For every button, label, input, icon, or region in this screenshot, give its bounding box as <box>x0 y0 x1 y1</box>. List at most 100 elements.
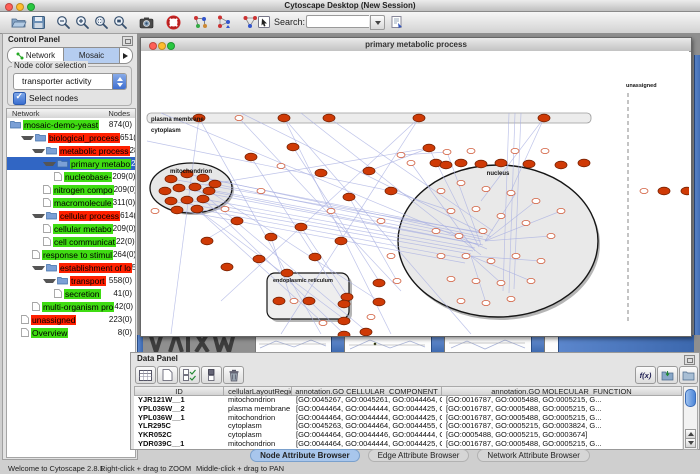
network-node-small[interactable] <box>472 206 480 211</box>
network-node-small[interactable] <box>482 186 490 191</box>
tree-row[interactable]: transport558(0) <box>7 274 135 287</box>
network-node[interactable] <box>523 160 535 168</box>
float-panel-icon[interactable] <box>684 355 695 365</box>
background-window[interactable] <box>255 335 331 352</box>
network-node[interactable] <box>165 197 177 205</box>
network-node[interactable] <box>231 217 243 225</box>
tree-row[interactable]: establishment of lo558(0) <box>7 261 135 274</box>
network-node[interactable] <box>278 114 290 122</box>
network-tree[interactable]: mosaic-demo-yeast874(0)biological_proces… <box>6 118 136 458</box>
network-node[interactable] <box>287 143 299 151</box>
network-node-small[interactable] <box>547 233 555 238</box>
network-node-small[interactable] <box>447 208 455 213</box>
table-scrollbar[interactable] <box>683 386 698 450</box>
close-window-icon[interactable] <box>5 3 13 11</box>
network-node-small[interactable] <box>512 253 520 258</box>
background-window[interactable] <box>544 335 559 352</box>
zoom-selected-icon[interactable] <box>93 14 110 31</box>
network-node-small[interactable] <box>432 228 440 233</box>
zoom-in-icon[interactable] <box>74 14 91 31</box>
color-attribute-dropdown[interactable]: transporter activity <box>13 73 127 90</box>
annotation-icon[interactable] <box>257 15 271 29</box>
table-row[interactable]: YLR295Ccytoplasm[GO:0045263, GO:0044464,… <box>134 422 682 431</box>
network-node-small[interactable] <box>467 148 475 153</box>
tree-row[interactable]: multi-organism pro42(0) <box>7 300 135 313</box>
snapshot-icon[interactable] <box>138 14 155 31</box>
network-node-small[interactable] <box>640 188 648 193</box>
network-node[interactable] <box>253 255 265 263</box>
network-node-small[interactable] <box>437 253 445 258</box>
select-attributes-icon[interactable] <box>179 366 200 384</box>
table-row[interactable]: YDR039C__1mitochondrion[GO:0044464, GO:0… <box>134 440 682 449</box>
network-node-small[interactable] <box>479 228 487 233</box>
nucleus-region[interactable] <box>398 165 598 317</box>
tree-row[interactable]: nitrogen compo209(0) <box>7 183 135 196</box>
network-node[interactable] <box>281 269 293 277</box>
network-node-small[interactable] <box>457 298 465 303</box>
network-node[interactable] <box>338 317 350 325</box>
open-session-icon[interactable] <box>10 14 27 31</box>
tree-row[interactable]: secretion41(0) <box>7 287 135 300</box>
minimize-window-icon[interactable] <box>16 3 24 11</box>
close-view-icon[interactable] <box>149 42 157 50</box>
expand-triangle-icon[interactable] <box>43 279 56 283</box>
network-node[interactable] <box>475 160 487 168</box>
tree-row[interactable]: Overview8(0) <box>7 326 135 339</box>
network-node-small[interactable] <box>522 220 530 225</box>
network-node[interactable] <box>363 167 375 175</box>
network-node[interactable] <box>159 187 171 195</box>
network-edge[interactable] <box>205 148 429 185</box>
tree-row[interactable]: nucleobase-209(0) <box>7 170 135 183</box>
select-nodes-checkbox[interactable] <box>13 92 26 105</box>
table-row[interactable]: YKR052Ccytoplasm[GO:0044464, GO:0044446,… <box>134 431 682 440</box>
float-panel-icon[interactable] <box>122 36 133 46</box>
network-node-small[interactable] <box>387 253 395 258</box>
network-node-small[interactable] <box>497 213 505 218</box>
tree-row[interactable]: unassigned223(0) <box>7 313 135 326</box>
search-dropdown-arrow-icon[interactable] <box>370 15 385 30</box>
network-node[interactable] <box>658 187 670 195</box>
network-node-small[interactable] <box>507 190 515 195</box>
background-window[interactable] <box>444 335 531 352</box>
network-node-small[interactable] <box>327 208 335 213</box>
help-icon[interactable] <box>165 14 182 31</box>
network-node-small[interactable] <box>541 148 549 153</box>
tab-overflow-arrow-icon[interactable] <box>119 48 132 63</box>
network-node-small[interactable] <box>447 276 455 281</box>
network-node[interactable] <box>173 184 185 192</box>
network-node[interactable] <box>189 183 201 191</box>
network-node-small[interactable] <box>151 208 159 213</box>
unselect-attributes-icon[interactable] <box>201 366 222 384</box>
network-node[interactable] <box>343 193 355 201</box>
network-node[interactable] <box>201 237 213 245</box>
network-node[interactable] <box>245 153 257 161</box>
expand-triangle-icon[interactable] <box>43 162 56 166</box>
network-node[interactable] <box>341 293 353 301</box>
tree-row[interactable]: cellular process614(0) <box>7 209 135 222</box>
network-node-small[interactable] <box>532 198 540 203</box>
network-node[interactable] <box>385 187 397 195</box>
network-node-small[interactable] <box>319 320 327 325</box>
zoom-view-icon[interactable] <box>167 42 175 50</box>
table-column-header[interactable]: _cellularLayoutRegion <box>224 386 292 396</box>
zoom-out-icon[interactable] <box>55 14 72 31</box>
network-edge[interactable] <box>349 197 397 281</box>
network-node-small[interactable] <box>367 314 375 319</box>
network-node[interactable] <box>209 180 221 188</box>
network-node[interactable] <box>197 174 209 182</box>
table-row[interactable]: YPL036W__2plasma membrane[GO:0044464, GO… <box>134 405 682 414</box>
tab-network-attribute-browser[interactable]: Network Attribute Browser <box>477 449 589 462</box>
network-node[interactable] <box>338 300 350 308</box>
network-node-small[interactable] <box>511 148 519 153</box>
network-node-small[interactable] <box>455 233 463 238</box>
network-node-small[interactable] <box>393 278 401 283</box>
tree-row[interactable]: primary metabo209(... <box>7 157 135 170</box>
zoom-window-icon[interactable] <box>27 3 35 11</box>
network-node-small[interactable] <box>462 253 470 258</box>
table-row[interactable]: YJR121W__1mitochondrion[GO:0045267, GO:0… <box>134 396 682 405</box>
network-canvas[interactable]: plasma membranecytoplasmmitochondrionnuc… <box>141 51 689 336</box>
delete-attribute-icon[interactable] <box>223 366 244 384</box>
network-node[interactable] <box>295 223 307 231</box>
scrollbar-thumb[interactable] <box>685 389 696 407</box>
network-node[interactable] <box>221 263 233 271</box>
